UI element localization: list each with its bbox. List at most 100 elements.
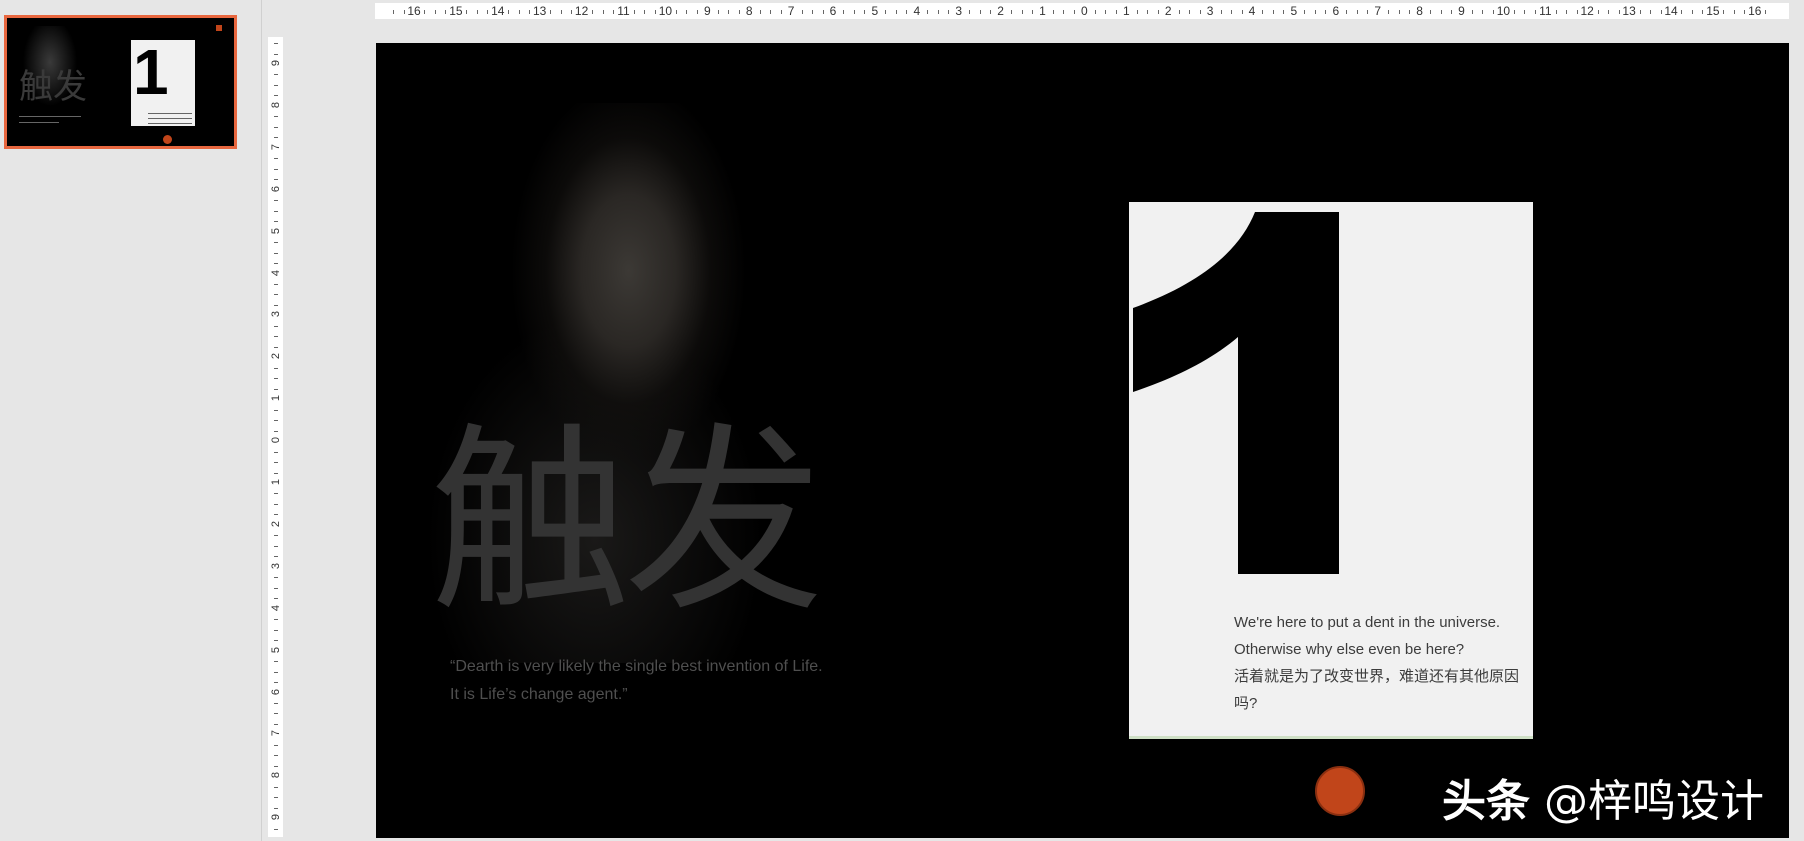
ruler-tick: [613, 10, 615, 14]
ruler-label: 3: [270, 562, 282, 569]
ruler-label: 7: [787, 4, 795, 18]
ruler-label: 5: [270, 227, 282, 234]
ruler-tick: [274, 556, 278, 558]
ruler-label: 16: [407, 4, 421, 18]
ruler-tick: [274, 514, 278, 516]
ruler-label: 6: [270, 185, 282, 192]
ruler-tick: [1231, 10, 1233, 14]
ruler-tick: [1021, 10, 1023, 14]
ruler-tick: [274, 755, 278, 757]
ruler-tick: [274, 221, 278, 223]
ruler-tick: [1346, 10, 1348, 14]
quote-text[interactable]: “Dearth is very likely the single best i…: [450, 653, 823, 709]
ruler-tick: [274, 283, 278, 285]
ruler-label: 0: [1081, 4, 1088, 18]
ruler-tick: [1765, 10, 1767, 14]
ruler-label: 4: [270, 269, 282, 276]
ruler-tick: [274, 451, 278, 453]
ruler-label: 9: [270, 814, 282, 821]
quote-line-2: It is Life’s change agent.”: [450, 686, 628, 703]
ruler-tick: [274, 168, 278, 170]
ruler-label: 6: [1332, 4, 1340, 18]
ruler-tick: [895, 10, 897, 14]
ruler-tick: [1272, 10, 1274, 14]
ruler-tick: [274, 409, 278, 411]
ruler-label: 16: [1748, 4, 1762, 18]
thumbnail-title: 触发: [19, 67, 87, 107]
ruler-label: 15: [449, 4, 463, 18]
card-text-line-2: Otherwise why else even be here?: [1234, 641, 1465, 658]
ruler-label: 14: [491, 4, 505, 18]
ruler-tick: [274, 619, 278, 621]
ruler-tick: [274, 807, 278, 809]
ruler-tick: [696, 10, 698, 14]
card-text[interactable]: We're here to put a dent in the universe…: [1234, 609, 1524, 717]
slide-big-title[interactable]: 触发: [430, 423, 824, 623]
ruler-label: 11: [1539, 4, 1552, 18]
ruler-tick: [801, 10, 803, 14]
ruler-tick: [403, 10, 405, 14]
ruler-tick: [466, 10, 468, 14]
ruler-tick: [1073, 10, 1075, 14]
ruler-label: 2: [270, 520, 282, 527]
thumbnail-quote-line: [19, 122, 59, 123]
ruler-tick: [274, 598, 278, 600]
thumbnail-card-line: [148, 113, 192, 114]
ruler-label: 4: [1248, 4, 1256, 18]
ruler-label: 4: [913, 4, 921, 18]
ruler-tick: [274, 252, 278, 254]
ruler-label: 3: [955, 4, 963, 18]
ruler-tick: [1241, 10, 1243, 14]
ruler-tick: [274, 682, 278, 684]
ruler-tick: [274, 744, 278, 746]
ruler-tick: [508, 10, 510, 14]
ruler-tick: [274, 95, 278, 97]
ruler-tick: [885, 10, 887, 14]
vertical-ruler[interactable]: 9 8 7 6 5 4 3 2 1 0 1 2 3 4 5 6 7 8 9: [268, 37, 283, 837]
ruler-tick: [812, 10, 814, 14]
ruler-tick: [274, 671, 278, 673]
ruler-tick: [274, 346, 278, 348]
slide-canvas[interactable]: 触发 “Dearth is very likely the single bes…: [376, 43, 1789, 838]
ruler-tick: [1220, 10, 1222, 14]
slide-thumbnail-panel: 触发 1: [0, 0, 262, 841]
ruler-tick: [1325, 10, 1327, 14]
ruler-tick: [274, 294, 278, 296]
ruler-tick: [906, 10, 908, 14]
ruler-tick: [274, 420, 278, 422]
watermark-author: @梓鸣设计: [1544, 776, 1764, 827]
ruler-tick: [1052, 10, 1054, 14]
ruler-tick: [1681, 10, 1683, 14]
ruler-tick: [1566, 10, 1568, 14]
ruler-tick: [274, 179, 278, 181]
ruler-tick: [274, 493, 278, 495]
ruler-tick: [1157, 10, 1159, 14]
number-card[interactable]: We're here to put a dent in the universe…: [1129, 202, 1533, 739]
ruler-tick: [1136, 10, 1138, 14]
ruler-tick: [822, 10, 824, 14]
slide-thumbnail-1[interactable]: 触发 1: [4, 15, 237, 149]
ruler-tick: [424, 10, 426, 14]
thumbnail-orange-dot: [163, 135, 172, 144]
thumbnail-quote-line: [19, 116, 81, 117]
ruler-tick: [274, 661, 278, 663]
ruler-tick: [1430, 10, 1432, 14]
orange-circle-shape[interactable]: [1315, 766, 1365, 816]
ruler-tick: [592, 10, 594, 14]
ruler-tick: [274, 367, 278, 369]
ruler-tick: [1063, 10, 1065, 14]
ruler-tick: [274, 587, 278, 589]
ruler-label: 0: [270, 437, 282, 444]
ruler-tick: [990, 10, 992, 14]
ruler-label: 7: [1374, 4, 1382, 18]
horizontal-ruler[interactable]: 16 15 14 13 12 11 10 9 8 7 6 5 4 3 2 1 0 1 2 3 4 5 6 7 8 9 10 11 12 1…: [375, 3, 1789, 19]
ruler-tick: [560, 10, 562, 14]
ruler-tick: [274, 126, 278, 128]
ruler-tick: [1744, 10, 1746, 14]
ruler-tick: [274, 43, 278, 45]
ruler-tick: [274, 797, 278, 799]
ruler-tick: [843, 10, 845, 14]
ruler-label: 5: [871, 4, 879, 18]
ruler-tick: [1555, 10, 1557, 14]
ruler-tick: [1534, 10, 1536, 14]
